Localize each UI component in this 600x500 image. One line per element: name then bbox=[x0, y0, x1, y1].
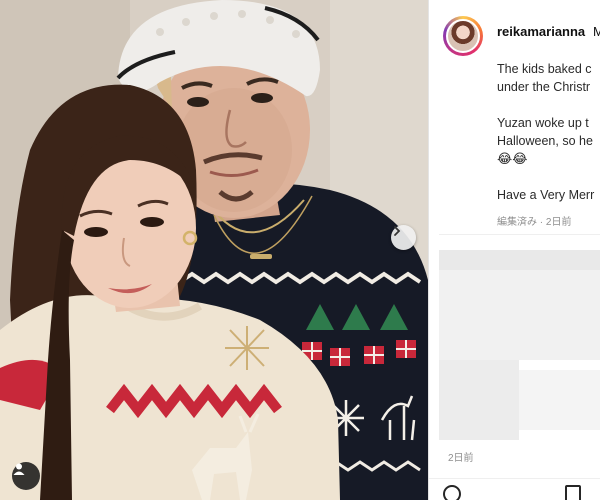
caption-line: Yuzan woke up t bbox=[497, 116, 589, 130]
post-side-panel: reikamarianna M The kids baked c under t… bbox=[428, 0, 600, 500]
tagged-users-button[interactable] bbox=[12, 462, 40, 490]
caption-emoji: 😂😂 bbox=[497, 151, 528, 166]
caption-line: under the Christr bbox=[497, 80, 591, 94]
photo-illustration bbox=[0, 0, 428, 500]
post-caption: The kids baked c under the Christr Yuzan… bbox=[497, 60, 600, 222]
comment-placeholder bbox=[519, 370, 600, 430]
author-avatar[interactable] bbox=[443, 16, 483, 56]
chevron-right-icon bbox=[394, 226, 401, 236]
bookmark-icon[interactable] bbox=[565, 485, 581, 500]
avatar-image bbox=[446, 19, 480, 53]
post-photo[interactable] bbox=[0, 0, 428, 500]
post-meta: 編集済み · 2日前 bbox=[497, 217, 572, 228]
user-icon bbox=[13, 463, 25, 475]
divider bbox=[439, 234, 600, 235]
comment-icon[interactable] bbox=[443, 485, 461, 500]
comment-placeholder bbox=[439, 250, 600, 270]
next-photo-button[interactable] bbox=[391, 225, 416, 250]
username-suffix: M bbox=[593, 24, 600, 39]
caption-line: The kids baked c bbox=[497, 62, 592, 76]
action-bar bbox=[429, 478, 600, 500]
author-username[interactable]: reikamarianna bbox=[497, 24, 585, 39]
caption-closing: Have a Very Merr bbox=[497, 188, 595, 202]
comment-timestamp: 2日前 bbox=[448, 453, 474, 464]
comment-placeholder bbox=[439, 360, 519, 440]
caption-line: Halloween, so he bbox=[497, 134, 593, 148]
comment-placeholder bbox=[439, 270, 600, 360]
